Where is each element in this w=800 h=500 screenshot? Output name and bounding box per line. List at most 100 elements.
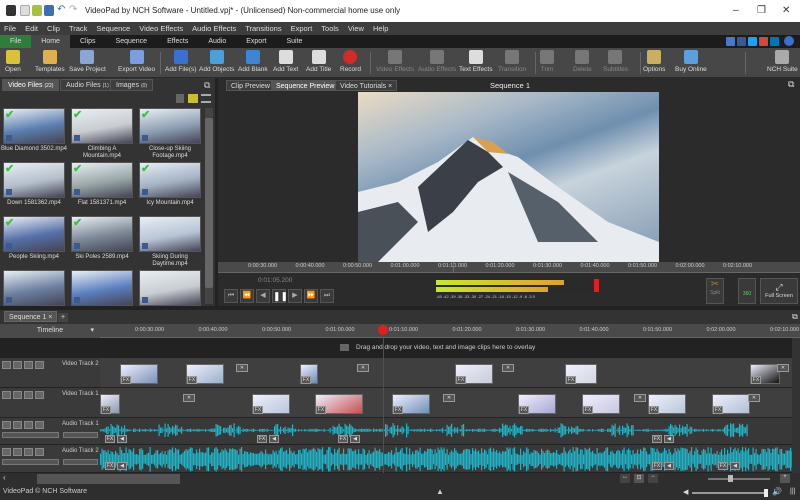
bin-tab-video-files[interactable]: Video Files (22) xyxy=(2,79,60,91)
track-volume-slider[interactable] xyxy=(2,459,59,465)
media-thumbnail[interactable]: ✔ xyxy=(71,108,133,144)
zoom-out-icon[interactable]: − xyxy=(648,474,658,483)
track-pan-slider[interactable] xyxy=(63,432,98,438)
ribbon-nch-suite-button[interactable]: NCH Suite xyxy=(767,50,798,73)
fx-button[interactable]: FX xyxy=(338,435,348,443)
fx-button[interactable]: FX xyxy=(713,406,723,414)
next-frame-button[interactable]: ⏩ xyxy=(304,289,318,303)
social-icon[interactable] xyxy=(748,37,757,46)
transition-icon[interactable]: ✕ xyxy=(502,364,514,372)
bin-tab-audio-files[interactable]: Audio Files (1) xyxy=(60,79,115,91)
lock-icon[interactable] xyxy=(35,421,44,429)
collapse-icon[interactable] xyxy=(2,421,11,429)
fx-button[interactable]: FX xyxy=(316,406,326,414)
ribbon-open-button[interactable]: Open xyxy=(5,50,21,73)
panel-splitter[interactable] xyxy=(215,78,218,306)
media-thumbnail[interactable]: ✔ xyxy=(71,162,133,198)
audio-volume-icon[interactable]: ◀ xyxy=(269,435,279,443)
ribbon-options-button[interactable]: Options xyxy=(643,50,665,73)
fx-button[interactable]: FX xyxy=(393,406,403,414)
pause-button[interactable]: ❚❚ xyxy=(272,289,288,303)
ribbon-trim-button[interactable]: Trim xyxy=(540,50,554,73)
fx-button[interactable]: FX xyxy=(187,376,197,384)
audio-volume-icon[interactable]: ◀ xyxy=(664,462,674,470)
zoom-fit-icon[interactable]: ⊡ xyxy=(634,474,644,483)
fx-button[interactable]: FX xyxy=(652,462,662,470)
visibility-icon[interactable] xyxy=(13,448,22,456)
fx-button[interactable]: FX xyxy=(105,462,115,470)
skip-end-button[interactable]: ⏭ xyxy=(320,289,334,303)
timeline-ruler[interactable]: 0:00:30.000 0:00:40.000 0:00:50.000 0:01:00… xyxy=(100,324,800,338)
fx-button[interactable]: FX xyxy=(301,376,311,384)
ribbon-export-video-button[interactable]: Export Video xyxy=(118,50,155,73)
tab-sequence[interactable]: Sequence xyxy=(106,35,158,48)
media-thumbnail[interactable]: ✔ xyxy=(139,162,201,198)
ribbon-add-file-s--button[interactable]: Add File(s) xyxy=(165,50,196,73)
media-thumbnail[interactable] xyxy=(3,270,65,306)
close-button[interactable]: ✕ xyxy=(782,5,790,16)
menu-sequence[interactable]: Sequence xyxy=(96,24,130,33)
audio-volume-icon[interactable]: ◀ xyxy=(117,462,127,470)
fx-button[interactable]: FX xyxy=(583,406,593,414)
audio-volume-icon[interactable]: ◀ xyxy=(730,462,740,470)
preview-tab-1[interactable]: Sequence Preview xyxy=(271,80,340,91)
bin-scrollbar[interactable] xyxy=(205,108,213,304)
social-icon[interactable] xyxy=(770,37,779,46)
ribbon-add-blank-button[interactable]: Add Blank xyxy=(238,50,268,73)
redo-icon[interactable]: ↷ xyxy=(69,4,77,15)
track-lane[interactable] xyxy=(100,388,792,418)
preview-ruler[interactable]: 0:00:30.000 0:00:40.000 0:00:50.000 0:01:00… xyxy=(218,262,800,273)
timeline-mode-select[interactable]: Timeline ▾ xyxy=(0,324,100,338)
undock-icon[interactable]: ⧉ xyxy=(204,80,210,91)
ribbon-buy-online-button[interactable]: Buy Online xyxy=(675,50,707,73)
menu-export[interactable]: Export xyxy=(291,24,313,33)
open-icon[interactable] xyxy=(32,5,42,16)
skip-start-button[interactable]: ⏮ xyxy=(224,289,238,303)
social-icon[interactable] xyxy=(726,37,735,46)
menu-view[interactable]: View xyxy=(348,24,364,33)
expand-up-icon[interactable]: ▲ xyxy=(436,487,444,496)
audio-waveform[interactable] xyxy=(100,418,748,445)
social-icon[interactable] xyxy=(759,37,768,46)
media-thumbnail[interactable]: ✔ xyxy=(3,162,65,198)
media-thumbnail[interactable]: ✔ xyxy=(139,108,201,144)
step-forward-button[interactable]: ▶ xyxy=(288,289,302,303)
fx-button[interactable]: FX xyxy=(519,406,529,414)
menu-help[interactable]: Help xyxy=(373,24,388,33)
social-icon[interactable] xyxy=(737,37,746,46)
ribbon-templates-button[interactable]: Templates xyxy=(35,50,65,73)
ribbon-transition-button[interactable]: Transition xyxy=(498,50,526,73)
preview-tab-0[interactable]: Clip Preview xyxy=(226,80,275,91)
fx-button[interactable]: FX xyxy=(456,376,466,384)
ribbon-video-effects-button[interactable]: Video Effects xyxy=(376,50,414,73)
timeline-scrollbar[interactable]: ‹ ↔ ⊡ − + xyxy=(0,473,800,485)
tab-audio[interactable]: Audio xyxy=(198,35,236,48)
fit-icon[interactable]: ↔ xyxy=(620,474,630,483)
master-volume-slider[interactable] xyxy=(692,489,768,497)
step-back-button[interactable]: ◀ xyxy=(256,289,270,303)
menu-audio-effects[interactable]: Audio Effects xyxy=(192,24,236,33)
lock-layout-icon[interactable] xyxy=(24,361,33,369)
visibility-icon[interactable] xyxy=(13,391,22,399)
ribbon-add-objects-button[interactable]: Add Objects xyxy=(199,50,234,73)
audio-volume-icon[interactable]: ◀ xyxy=(117,435,127,443)
full-screen-button[interactable]: ⤢ Full Screen xyxy=(760,278,798,304)
preview-tab-2[interactable]: Video Tutorials × xyxy=(335,80,398,91)
media-thumbnail[interactable] xyxy=(139,216,201,252)
lock-layout-icon[interactable] xyxy=(24,421,33,429)
menu-clip[interactable]: Clip xyxy=(47,24,60,33)
add-sequence-button[interactable]: + xyxy=(58,313,68,322)
playhead[interactable] xyxy=(453,262,454,273)
transition-icon[interactable]: ✕ xyxy=(634,394,646,402)
split-button[interactable]: ✂ Split xyxy=(706,278,724,304)
360-button[interactable]: 360 xyxy=(738,278,756,304)
transition-icon[interactable]: ✕ xyxy=(777,364,789,372)
ribbon-text-effects-button[interactable]: Text Effects xyxy=(459,50,492,73)
visibility-icon[interactable] xyxy=(13,361,22,369)
track-pan-slider[interactable] xyxy=(63,459,98,465)
fx-button[interactable]: FX xyxy=(121,376,131,384)
menu-file[interactable]: File xyxy=(4,24,16,33)
menu-tools[interactable]: Tools xyxy=(321,24,339,33)
minimize-button[interactable]: – xyxy=(733,5,739,16)
undo-icon[interactable]: ↶ xyxy=(57,4,65,15)
